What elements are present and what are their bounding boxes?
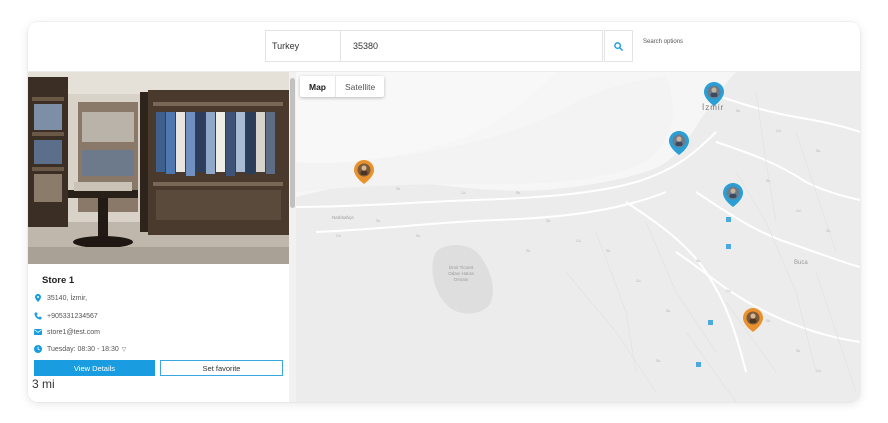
svg-text:Sk.: Sk. [796, 349, 801, 353]
svg-text:Cd.: Cd. [816, 369, 821, 373]
place-label-forest: İzmir Ticaret Odası Hatıra Ormanı [448, 265, 474, 282]
store-marker-karabaglar[interactable] [743, 308, 763, 332]
store-list-panel: Store 1 35140, İzmir, +905331234567 stor… [28, 72, 289, 402]
location-pin-icon [34, 294, 42, 302]
svg-text:Sk.: Sk. [766, 319, 771, 323]
svg-text:Sk.: Sk. [606, 249, 611, 253]
svg-text:Sk.: Sk. [546, 219, 551, 223]
store-distance: 3 mi [32, 377, 55, 391]
svg-text:Sk.: Sk. [516, 191, 521, 195]
view-details-button[interactable]: View Details [34, 360, 155, 376]
map-type-control: Map Satellite [300, 76, 385, 97]
scrollbar-thumb[interactable] [290, 78, 295, 208]
tab-satellite[interactable]: Satellite [335, 76, 384, 97]
svg-text:Cd.: Cd. [461, 191, 466, 195]
map-view[interactable]: Sk. Cd. Sk. Sk. Cd. Sk. Sk. Cd. Sk. Sk. Cd. Sk. … [296, 72, 860, 402]
svg-text:Sk.: Sk. [696, 259, 701, 263]
store-marker-izmir[interactable] [704, 82, 724, 106]
store-email-row: store1@test.com [34, 328, 100, 336]
svg-text:Cd.: Cd. [336, 234, 341, 238]
search-icon [614, 41, 623, 51]
store-hours-row[interactable]: Tuesday: 08:30 - 18:30 ▽ [34, 345, 126, 353]
store-address: 35140, İzmir, [47, 294, 88, 302]
svg-text:Sk.: Sk. [816, 149, 821, 153]
svg-text:Sk.: Sk. [376, 219, 381, 223]
map-canvas[interactable]: Sk.Cd. Sk. Sk.Cd.Sk. Sk.Cd.Sk. Sk.Cd.Sk. … [296, 72, 860, 402]
place-label-buca: Buca [794, 260, 808, 266]
phone-icon [34, 312, 42, 320]
search-options-link[interactable]: Search options [643, 39, 683, 45]
store-email[interactable]: store1@test.com [47, 329, 100, 336]
search-button[interactable] [604, 30, 633, 62]
store-marker-konak[interactable] [723, 183, 743, 207]
chevron-down-icon: ▽ [121, 346, 127, 353]
svg-text:Sk.: Sk. [526, 249, 531, 253]
place-label-narlidere: Narlıbahçe [332, 215, 354, 220]
svg-text:Cd.: Cd. [576, 239, 581, 243]
svg-text:Sk.: Sk. [416, 234, 421, 238]
store-address-row: 35140, İzmir, [34, 294, 87, 302]
store-marker-guzelbahce[interactable] [354, 160, 374, 184]
sidebar-scrollbar[interactable] [289, 72, 296, 402]
svg-text:Cd.: Cd. [726, 289, 731, 293]
set-favorite-button[interactable]: Set favorite [160, 360, 283, 376]
svg-text:Sk.: Sk. [656, 359, 661, 363]
store-marker-alsancak[interactable] [669, 131, 689, 155]
store-phone[interactable]: +905331234567 [47, 313, 98, 320]
svg-text:Cd.: Cd. [776, 129, 781, 133]
store-photo [28, 72, 289, 264]
svg-text:Sk.: Sk. [736, 109, 741, 113]
store-name: Store 1 [42, 275, 75, 286]
svg-text:Cd.: Cd. [796, 209, 801, 213]
store-phone-row: +905331234567 [34, 312, 98, 320]
svg-text:Sk.: Sk. [766, 179, 771, 183]
store-hours: Tuesday: 08:30 - 18:30 [47, 345, 119, 353]
clock-icon [34, 345, 42, 353]
svg-text:Cd.: Cd. [636, 279, 641, 283]
country-select[interactable]: Turkey [265, 30, 341, 62]
tab-map[interactable]: Map [300, 76, 335, 97]
svg-text:Sk.: Sk. [396, 187, 401, 191]
svg-text:Sk.: Sk. [826, 229, 831, 233]
svg-text:Sk.: Sk. [666, 309, 671, 313]
store-locator-frame: Turkey 35380 Search options Store 1 3514… [28, 22, 860, 402]
envelope-icon [34, 328, 42, 336]
postal-code-input[interactable]: 35380 [341, 30, 603, 62]
search-bar: Turkey 35380 Search options [28, 22, 860, 72]
